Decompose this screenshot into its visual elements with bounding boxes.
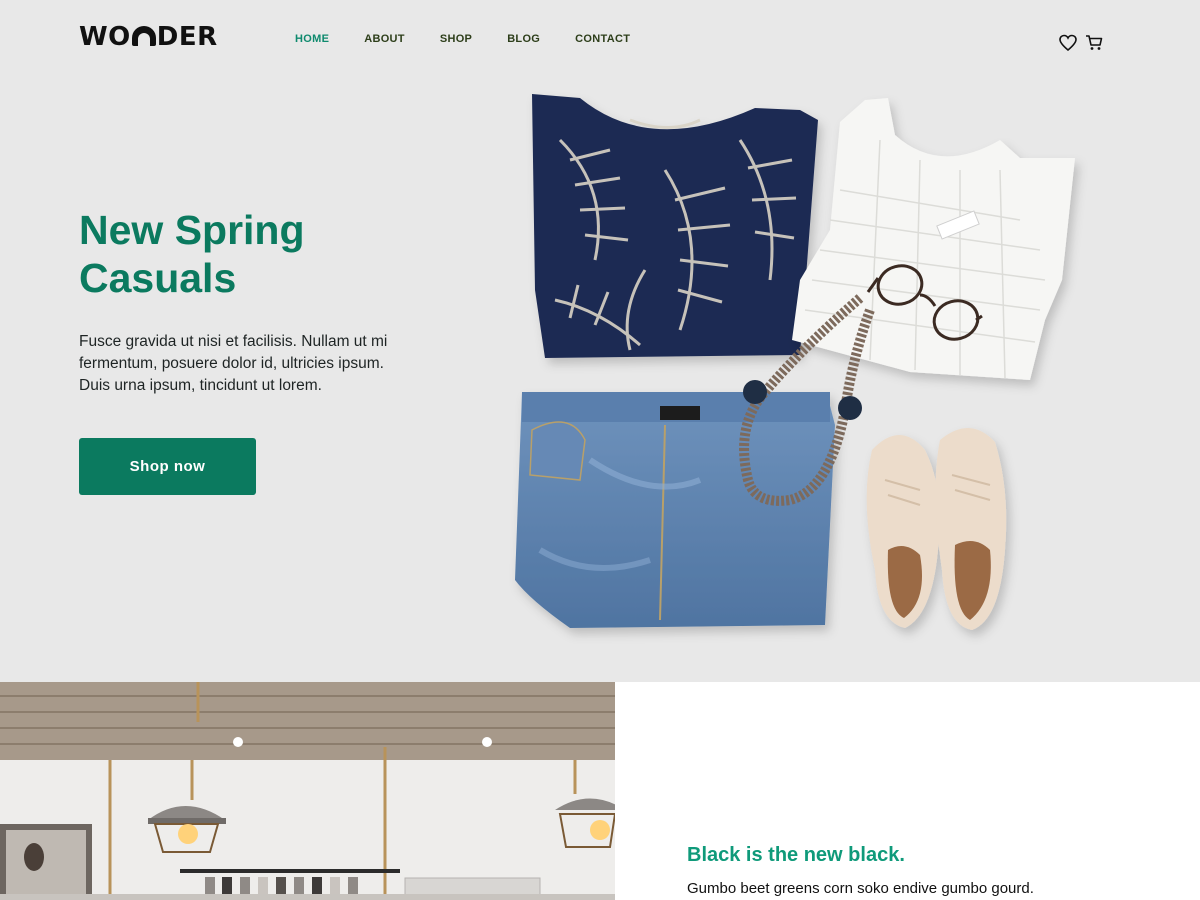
brogue-shoes xyxy=(866,427,1007,630)
hero-image xyxy=(500,80,1120,650)
hero-text: Fusce gravida ut nisi et facilisis. Null… xyxy=(79,333,388,394)
hero-title-line1: New Spring xyxy=(79,207,305,253)
shop-now-button[interactable]: Shop now xyxy=(79,438,256,495)
feature-panel: Black is the new black. Gumbo beet green… xyxy=(615,682,1200,900)
logo[interactable]: WO DER xyxy=(79,22,218,52)
site-header: WO DER HOME ABOUT SHOP BLOG CONTACT xyxy=(0,0,1200,80)
nav-contact[interactable]: CONTACT xyxy=(575,33,630,45)
denim-jeans xyxy=(515,392,835,628)
cart-icon[interactable] xyxy=(1085,33,1103,53)
header-icons xyxy=(1059,33,1103,53)
logo-mark-icon xyxy=(131,26,156,46)
hero-title: New Spring Casuals xyxy=(79,206,459,302)
store-interior-image xyxy=(0,682,615,900)
nav-about[interactable]: ABOUT xyxy=(364,33,405,45)
feature-text: Gumbo beet greens corn soko endive gumbo… xyxy=(687,880,1034,897)
feature-heading: Black is the new black. xyxy=(687,844,905,866)
knit-tank xyxy=(792,98,1075,380)
heart-icon[interactable] xyxy=(1059,33,1077,53)
nav-home[interactable]: HOME xyxy=(295,33,329,45)
nav-blog[interactable]: BLOG xyxy=(507,33,540,45)
nav-shop[interactable]: SHOP xyxy=(440,33,472,45)
main-nav: HOME ABOUT SHOP BLOG CONTACT xyxy=(295,33,630,45)
hero-title-line2: Casuals xyxy=(79,255,237,301)
printed-top xyxy=(532,94,818,358)
